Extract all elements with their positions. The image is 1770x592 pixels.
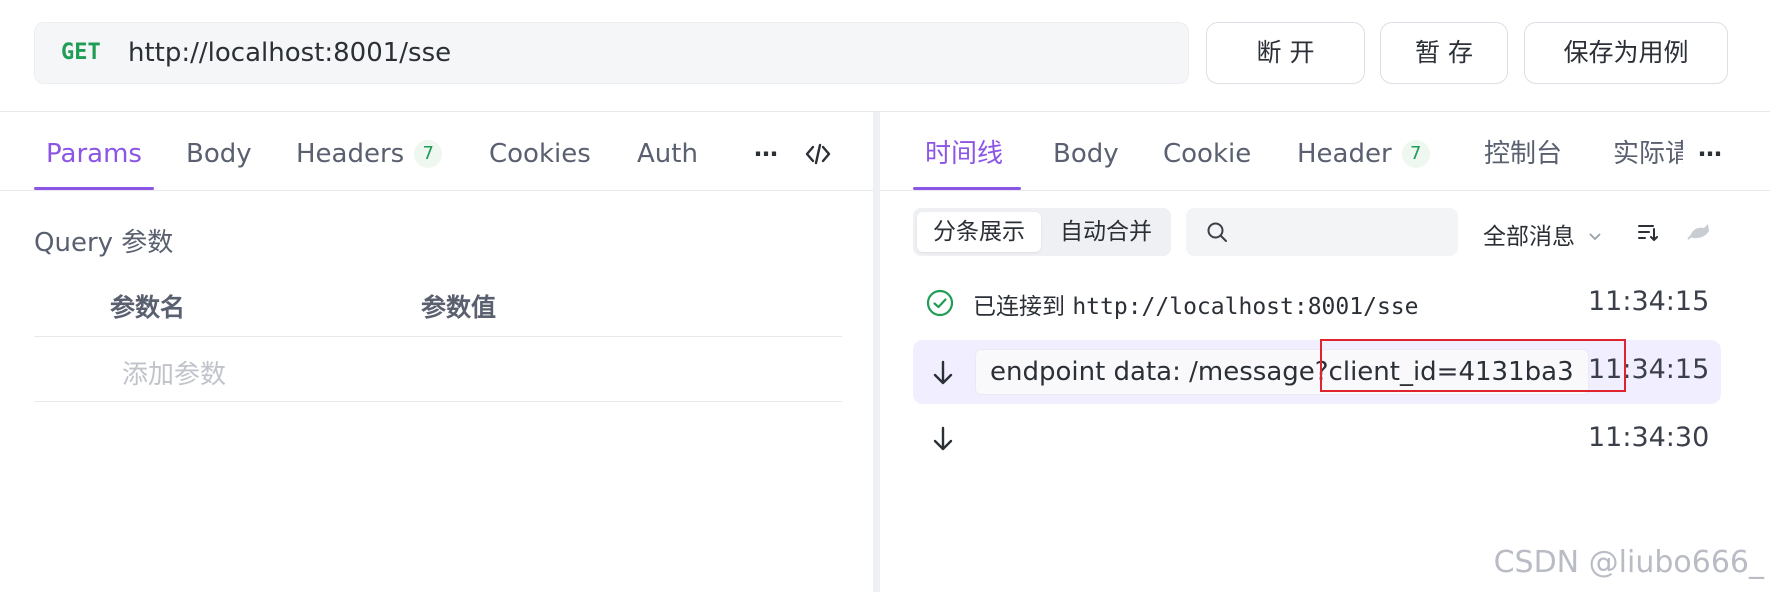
connected-event-text: 已连接到 http://localhost:8001/sse [973,287,1419,321]
check-circle-icon [926,289,954,317]
top-divider [0,111,1770,112]
tab-cookie[interactable]: Cookie [1163,134,1251,174]
tab-label: Header [1297,139,1392,169]
more-icon[interactable]: ⋯ [754,134,778,174]
split-view-option[interactable]: 分条展示 [917,212,1041,252]
tab-params[interactable]: Params [46,134,142,174]
add-param-input[interactable]: 添加参数 [122,354,226,391]
tab-label: Auth [637,139,698,169]
table-row-divider [34,401,842,402]
disconnect-button[interactable]: 断 开 [1206,22,1365,84]
tab-headers[interactable]: Headers 7 [296,134,443,174]
message-filter-label: 全部消息 [1483,224,1575,250]
save-as-case-button[interactable]: 保存为用例 [1524,22,1728,84]
tab-label: Cookie [1163,139,1252,169]
tab-timeline[interactable]: 时间线 [925,134,1003,174]
tab-label: 时间线 [925,139,1004,169]
event-time: 11:34:15 [1588,286,1710,317]
tab-label: 实际请 [1613,139,1683,169]
right-tabs-divider [880,190,1770,191]
tab-label: Body [186,139,252,169]
search-icon [1207,222,1227,242]
tab-console[interactable]: 控制台 [1484,134,1562,174]
tab-auth[interactable]: Auth [637,134,698,174]
tab-actual-request[interactable]: 实际请 [1613,134,1683,174]
clear-icon[interactable] [1684,219,1712,245]
http-method[interactable]: GET [61,23,101,83]
event-url: http://localhost:8001/sse [1072,294,1419,320]
stash-button[interactable]: 暂 存 [1380,22,1508,84]
watermark: CSDN @liubo666_ [1493,545,1764,580]
more-icon[interactable]: ⋯ [1698,134,1722,174]
tab-header[interactable]: Header 7 [1297,134,1430,174]
message-filter-select[interactable]: 全部消息 [1483,217,1602,251]
headers-count-badge: 7 [414,140,443,168]
wrap-lines-icon[interactable] [1636,220,1660,244]
tab-label: Cookies [489,139,591,169]
url-input[interactable]: http://localhost:8001/sse [128,23,451,83]
auto-merge-option[interactable]: 自动合并 [1045,212,1167,252]
event-time: 11:34:30 [1588,422,1710,453]
tab-label: Params [46,139,142,169]
tab-label: Headers [296,139,405,169]
tab-label: Body [1053,139,1119,169]
url-bar[interactable]: GET http://localhost:8001/sse [34,22,1189,84]
left-tabs-divider [0,190,873,191]
column-header-value: 参数值 [421,293,497,322]
tab-body[interactable]: Body [186,134,252,174]
event-label: 已连接到 [973,294,1073,320]
chevron-down-icon [1589,233,1601,241]
view-mode-toggle: 分条展示 自动合并 [913,208,1171,256]
tab-label: 控制台 [1484,139,1563,169]
code-icon[interactable] [804,140,832,168]
arrow-down-icon [933,360,953,385]
arrow-down-icon [933,426,953,451]
search-input[interactable] [1186,208,1458,256]
tab-response-body[interactable]: Body [1053,134,1119,174]
panel-splitter[interactable] [873,112,880,592]
table-header-divider [34,336,842,337]
header-count-badge: 7 [1401,140,1430,168]
highlight-box [1320,339,1626,392]
query-section-title: Query 参数 [34,228,174,258]
tab-cookies[interactable]: Cookies [489,134,591,174]
column-header-name: 参数名 [110,293,186,322]
